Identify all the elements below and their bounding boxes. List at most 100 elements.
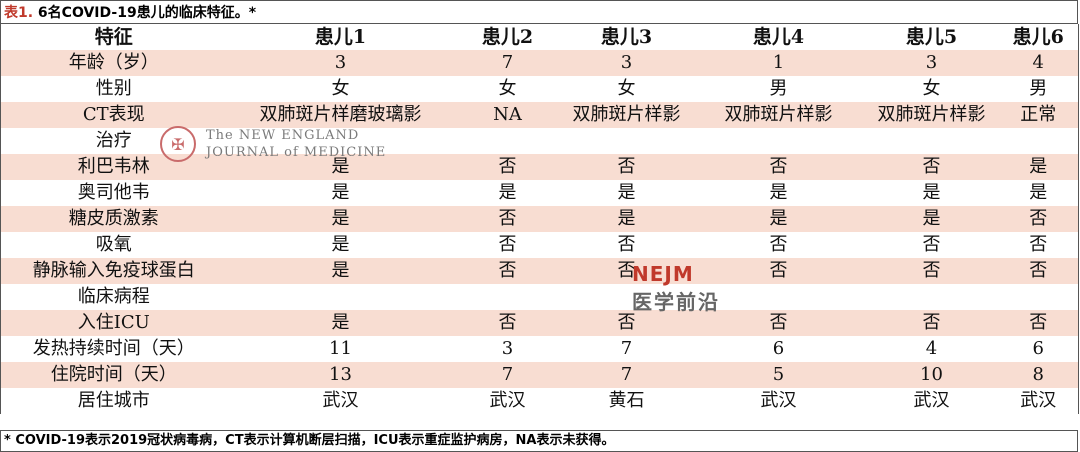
table-cell: 双肺斑片样影 [560,102,693,128]
table-cell [998,128,1079,154]
table-cell: 武汉 [226,388,455,414]
table-cell: 3 [454,336,561,362]
table-cell: 8 [998,362,1079,388]
row-label: 静脉输入免疫球蛋白 [0,258,227,284]
table-cell: 否 [998,258,1079,284]
table-cell: 否 [454,232,561,258]
table-row: 吸氧是否否否否否 [0,232,1079,258]
table-cell: 双肺斑片样影 [692,102,865,128]
table-row: 静脉输入免疫球蛋白是否否否否否 [0,258,1079,284]
row-label: 糖皮质激素 [0,206,227,232]
table-cell: 男 [692,76,865,102]
table-cell: 是 [226,232,455,258]
table-cell: 7 [454,50,561,76]
header-cell: 患儿1 [226,24,455,50]
row-label: 年龄（岁） [0,50,227,76]
table-cell: 武汉 [692,388,865,414]
table-cell: 否 [864,154,999,180]
table-row: 利巴韦林是否否否否是 [0,154,1079,180]
table-cell: 否 [864,258,999,284]
table-row: 治疗 [0,128,1079,154]
header-cell: 患儿2 [454,24,561,50]
row-label: 发热持续时间（天） [0,336,227,362]
table-cell: 女 [560,76,693,102]
table-cell: 武汉 [998,388,1079,414]
table-cell: 5 [692,362,865,388]
table-cell: 否 [560,232,693,258]
table-cell: 13 [226,362,455,388]
table-cell [864,284,999,310]
table-cell: 7 [454,362,561,388]
table-label: 表1. [4,5,34,21]
row-label: 奥司他韦 [0,180,227,206]
row-label: 性别 [0,76,227,102]
header-cell: 患儿4 [692,24,865,50]
header-cell: 特征 [0,24,227,50]
table-cell: 否 [998,206,1079,232]
table-cell [998,284,1079,310]
table-cell: 11 [226,336,455,362]
header-row: 特征 患儿1 患儿2 患儿3 患儿4 患儿5 患儿6 [0,24,1079,50]
table-cell: 3 [226,50,455,76]
table-cell: 否 [998,232,1079,258]
row-label: 临床病程 [0,284,227,310]
table-cell: 7 [560,336,693,362]
row-label: 治疗 [0,128,227,154]
table-cell: 否 [454,310,561,336]
table-cell: 黄石 [560,388,693,414]
table-cell: 否 [454,206,561,232]
table-row: CT表现 双肺斑片样磨玻璃影 NA 双肺斑片样影 双肺斑片样影 双肺斑片样影 正常 [0,102,1079,128]
table-row: 性别女女女男女男 [0,76,1079,102]
table-cell: 否 [560,258,693,284]
table-cell: 女 [454,76,561,102]
table-row: 临床病程 [0,284,1079,310]
table-cell: 是 [226,154,455,180]
table-cell: 是 [226,310,455,336]
table-cell: 是 [998,180,1079,206]
table-cell: 是 [226,180,455,206]
table-cell: 双肺斑片样磨玻璃影 [226,102,455,128]
table-row: 发热持续时间（天） 11 3 7 6 4 6 [0,336,1079,362]
table-cell [864,128,999,154]
table-row: 住院时间（天） 13 7 7 5 10 8 [0,362,1079,388]
table-row: 糖皮质激素是否是是是否 [0,206,1079,232]
table-cell [560,128,693,154]
table-cell: 是 [692,206,865,232]
table-cell: 是 [998,154,1079,180]
table-cell: 否 [560,154,693,180]
table-cell: 是 [560,180,693,206]
table-cell: 否 [454,258,561,284]
table-cell [226,128,455,154]
table-cell: 是 [226,206,455,232]
table-cell: 否 [692,258,865,284]
table-cell: 否 [692,154,865,180]
table-cell: 10 [864,362,999,388]
row-label: 居住城市 [0,388,227,414]
table-cell: 是 [560,206,693,232]
table-cell: 6 [692,336,865,362]
table-cell: 武汉 [864,388,999,414]
table-cell: 女 [226,76,455,102]
table-cell: 否 [864,232,999,258]
table-cell: 男 [998,76,1079,102]
table-body: 年龄（岁） 3 7 3 1 3 4 性别女女女男女男 CT表现 双肺斑片样磨玻璃影 NA 双肺斑片样影… [0,50,1079,414]
header-cell: 患儿5 [864,24,999,50]
table-cell: 否 [864,310,999,336]
table-cell: 是 [692,180,865,206]
table-cell [692,128,865,154]
row-label: 住院时间（天） [0,362,227,388]
table-cell: 双肺斑片样影 [864,102,999,128]
table-cell: 女 [864,76,999,102]
table-cell: 1 [692,50,865,76]
row-label: CT表现 [0,102,227,128]
table-caption: 6名COVID-19患儿的临床特征。* [33,5,257,21]
table-row: 居住城市 武汉 武汉 黄石 武汉 武汉 武汉 [0,388,1079,414]
clinical-table: 特征 患儿1 患儿2 患儿3 患儿4 患儿5 患儿6 年龄（岁） 3 7 3 1 3 4 性别… [0,24,1079,414]
table-cell [454,128,561,154]
table-cell: 否 [560,310,693,336]
table-cell: 否 [692,310,865,336]
table-cell [560,284,693,310]
table-cell: 7 [560,362,693,388]
table-cell: 6 [998,336,1079,362]
table-cell: 武汉 [454,388,561,414]
